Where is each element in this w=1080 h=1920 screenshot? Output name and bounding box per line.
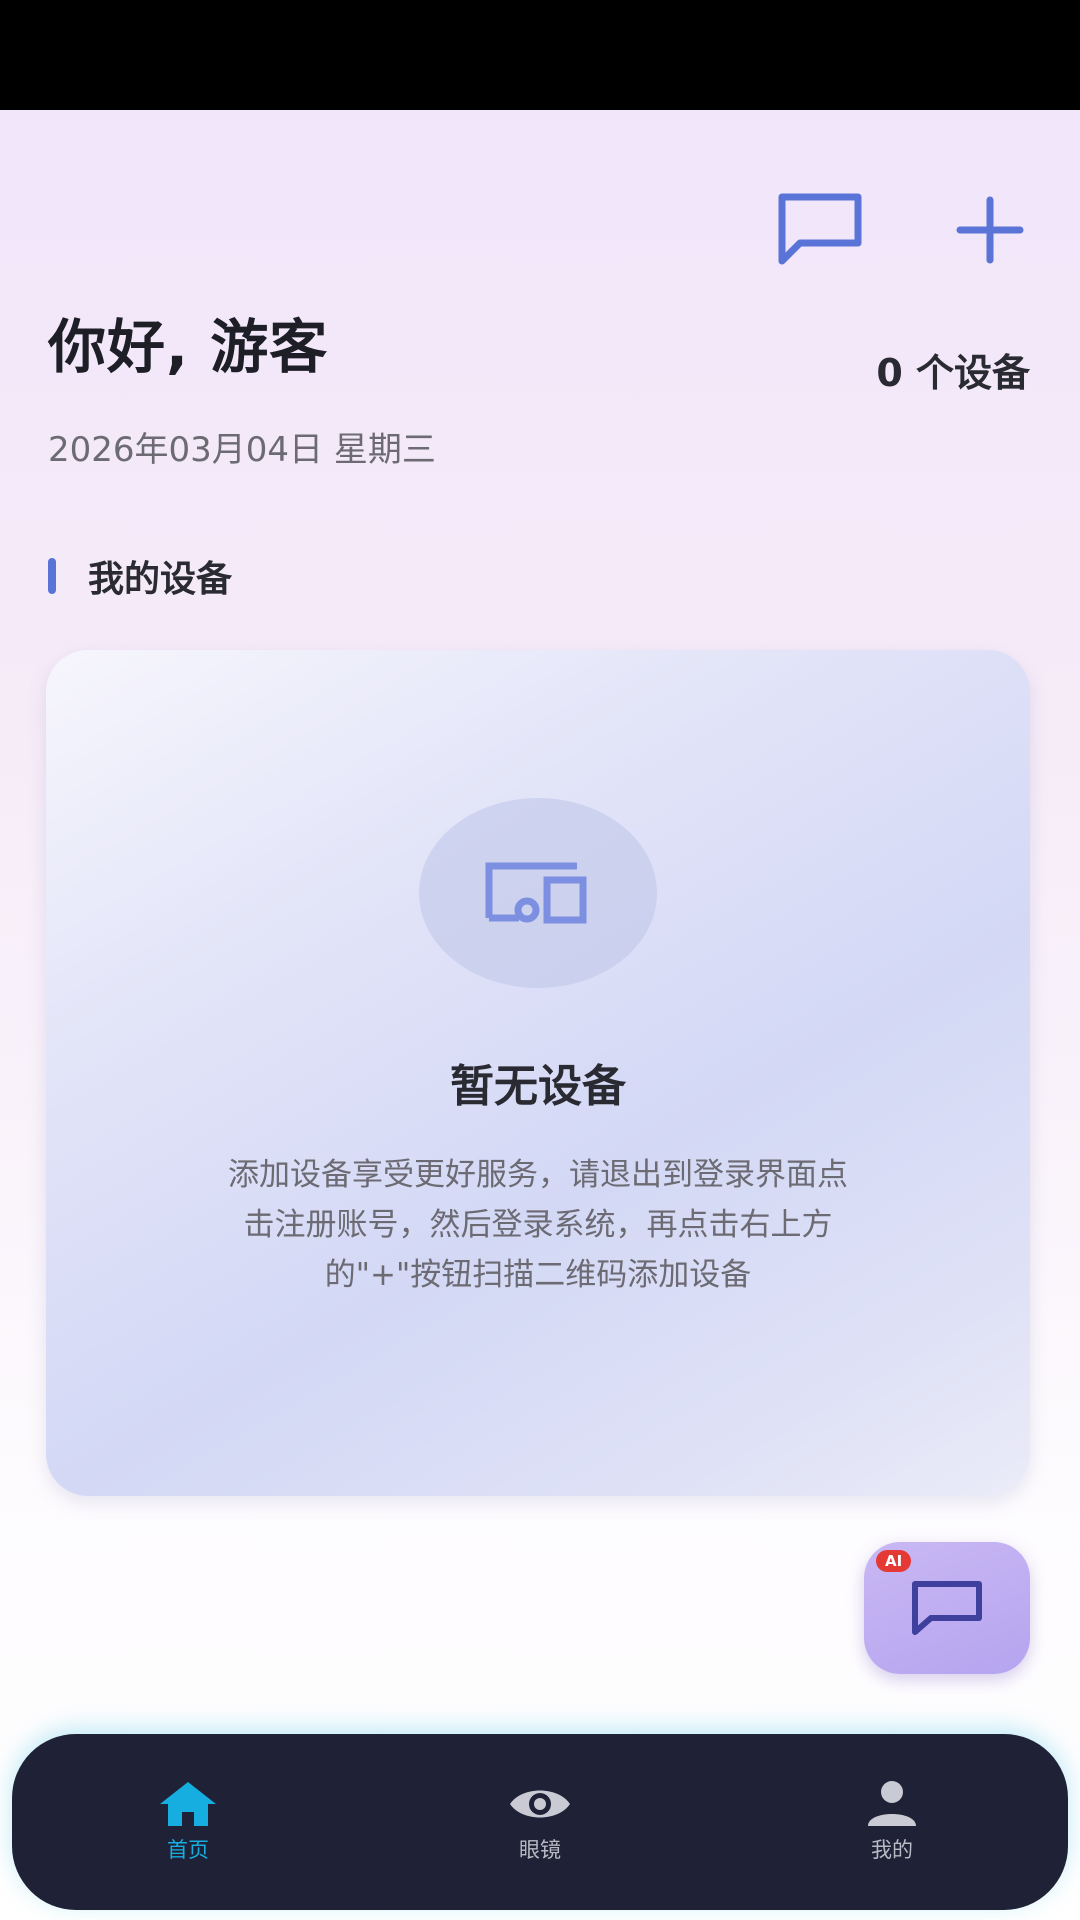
nav-item-home[interactable]: 首页 [88,1780,288,1864]
nav-label-glasses: 眼镜 [519,1838,561,1862]
section-header-my-devices: 我的设备 [48,550,232,602]
eye-icon [510,1790,570,1818]
home-icon [160,1782,216,1826]
empty-title: 暂无设备 [450,1061,626,1112]
message-button[interactable] [770,180,870,280]
ai-badge: AI [876,1550,912,1572]
top-actions [770,180,1040,280]
greeting-title: 你好, 游客 [48,313,329,381]
person-icon [868,1781,916,1826]
date-text: 2026年03月04日 星期三 [48,430,436,470]
empty-icon-circle [419,798,657,988]
section-accent-bar [48,558,56,594]
chat-icon [912,1581,982,1635]
device-count: 0 个设备 [876,351,1030,395]
status-bar [0,0,1080,110]
nav-item-glasses[interactable]: 眼镜 [440,1780,640,1864]
home-screen: 你好, 游客 0 个设备 2026年03月04日 星期三 我的设备 暂无设备 添… [0,110,1080,1920]
devices-icon [485,862,587,924]
plus-icon [956,196,1024,264]
ai-assistant-button[interactable]: AI [864,1542,1030,1674]
message-icon [778,193,862,265]
empty-devices-card: 暂无设备 添加设备享受更好服务，请退出到登录界面点击注册账号，然后登录系统，再点… [46,650,1030,1496]
nav-label-home: 首页 [167,1838,209,1862]
nav-label-profile: 我的 [871,1838,913,1862]
section-title: 我的设备 [88,559,233,600]
empty-description: 添加设备享受更好服务，请退出到登录界面点击注册账号，然后登录系统，再点击右上方的… [228,1157,848,1293]
bottom-navigation: 首页 眼镜 我的 [12,1734,1068,1910]
add-device-button[interactable] [940,180,1040,280]
nav-item-profile[interactable]: 我的 [792,1780,992,1864]
